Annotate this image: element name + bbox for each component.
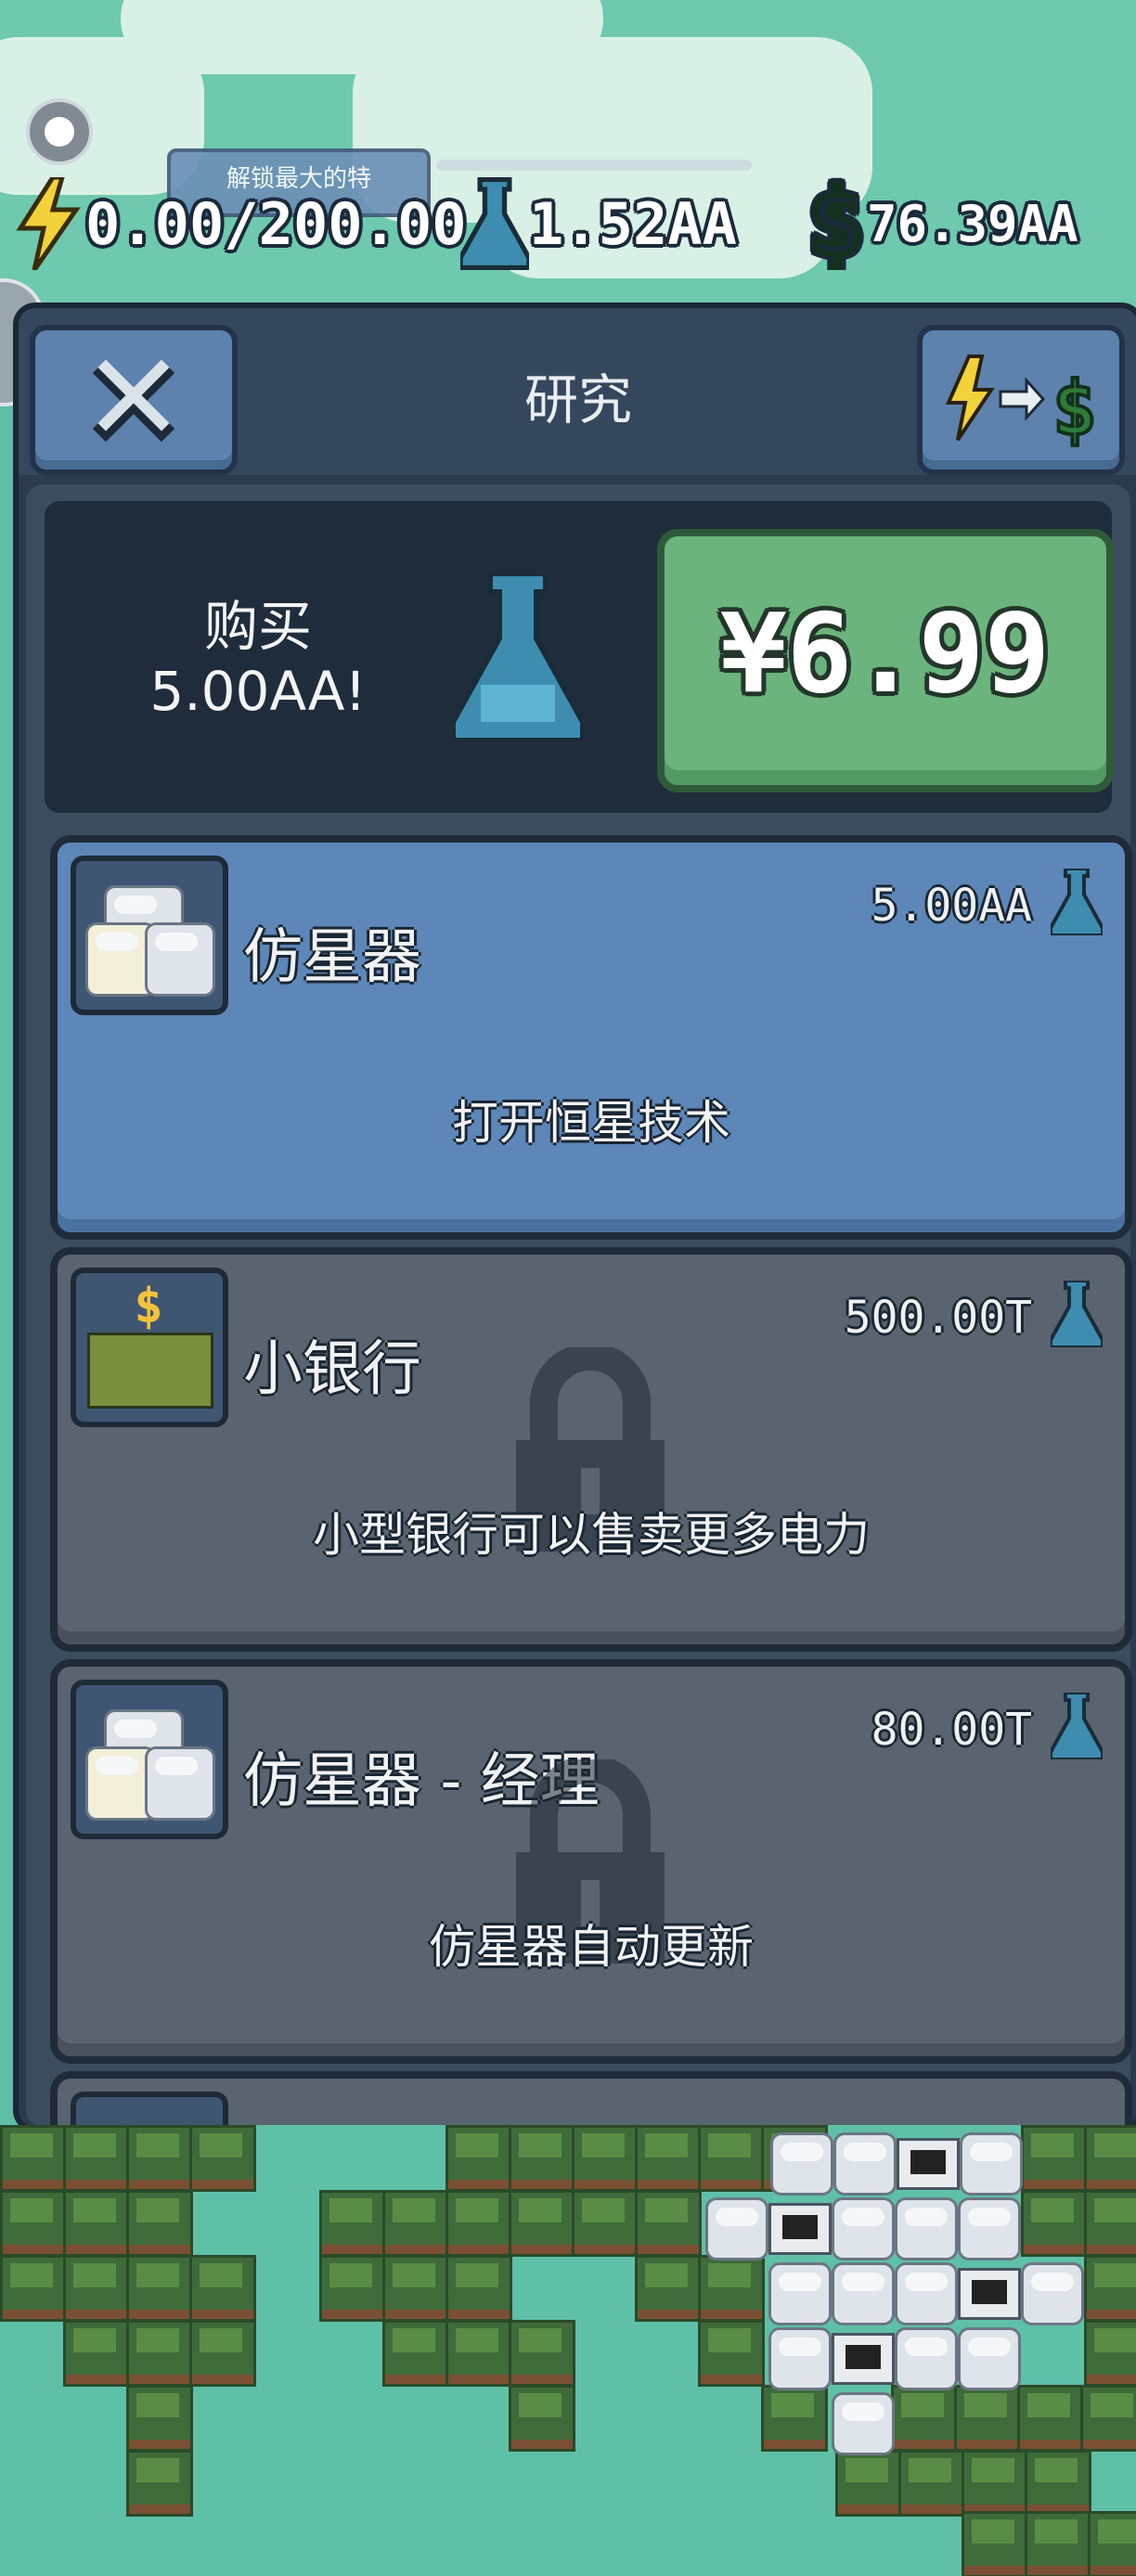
flask-icon [1051,1693,1103,1759]
flask-icon [453,573,583,741]
research-card-stellarator[interactable]: 仿星器 5.00AA 打开恒星技术 [50,835,1132,1240]
stellarator-icon [71,1680,228,1839]
card-description: 仿星器自动更新 [429,1920,754,1974]
research-card-small-bank[interactable]: $ 小银行 500.00T 小型银行可以售卖更多电力 [50,1247,1132,1652]
money-value: 76.39AA [867,194,1078,253]
flask-icon [1051,1281,1103,1347]
card-cost: 5.00AA [871,880,1032,932]
stellarator-icon [71,856,228,1015]
money-counter: $ 76.39AA [806,173,1078,275]
offer-label-line2: 5.00AA! [149,660,367,723]
energy-to-money-icon: $ [945,354,1099,454]
card-description: 小型银行可以售卖更多电力 [313,1508,870,1562]
buy-research-button[interactable]: ¥6.99 [657,529,1114,792]
offer-label: 购买 5.00AA! [110,594,407,724]
card-title: 小银行 [243,1335,421,1404]
card-title: 仿星器 [243,923,421,992]
offer-label-line1: 购买 [203,595,312,658]
energy-counter: 0.00/200.00 [11,173,467,275]
flask-icon [460,177,529,270]
game-world[interactable] [0,2125,1136,2576]
research-card-stellarator-manager[interactable]: 仿星器 - 经理 80.00T 仿星器自动更新 [50,1659,1132,2064]
card-cost: 80.00T [871,1704,1032,1756]
research-list[interactable]: 购买 5.00AA! ¥6.99 仿星器 5.00AA 打开恒星技术 $ 小银行… [26,484,1132,2127]
flask-icon [1051,869,1103,935]
research-panel: 研究 $ 购买 5.00AA! ¥6.99 仿星器 5.00AA 打开恒星技术 … [13,303,1136,2132]
card-cost: 500.00T [844,1292,1032,1344]
purchase-offer: 购买 5.00AA! ¥6.99 [45,501,1114,813]
convert-energy-button[interactable]: $ [917,325,1125,475]
lightning-icon [16,177,81,270]
dollar-icon: $ [806,177,866,270]
research-counter: 1.52AA [460,173,737,275]
svg-text:$: $ [808,177,864,270]
card-description: 打开恒星技术 [452,1096,730,1150]
svg-text:$: $ [1052,366,1097,452]
small-bank-icon: $ [71,1268,228,1427]
research-card-partial[interactable] [50,2071,1132,2127]
resource-bar: 0.00/200.00 1.52AA $ 76.39AA [0,148,1136,297]
panel-header: 研究 $ [19,308,1136,475]
research-value: 1.52AA [529,189,737,258]
energy-value: 0.00/200.00 [85,189,467,258]
